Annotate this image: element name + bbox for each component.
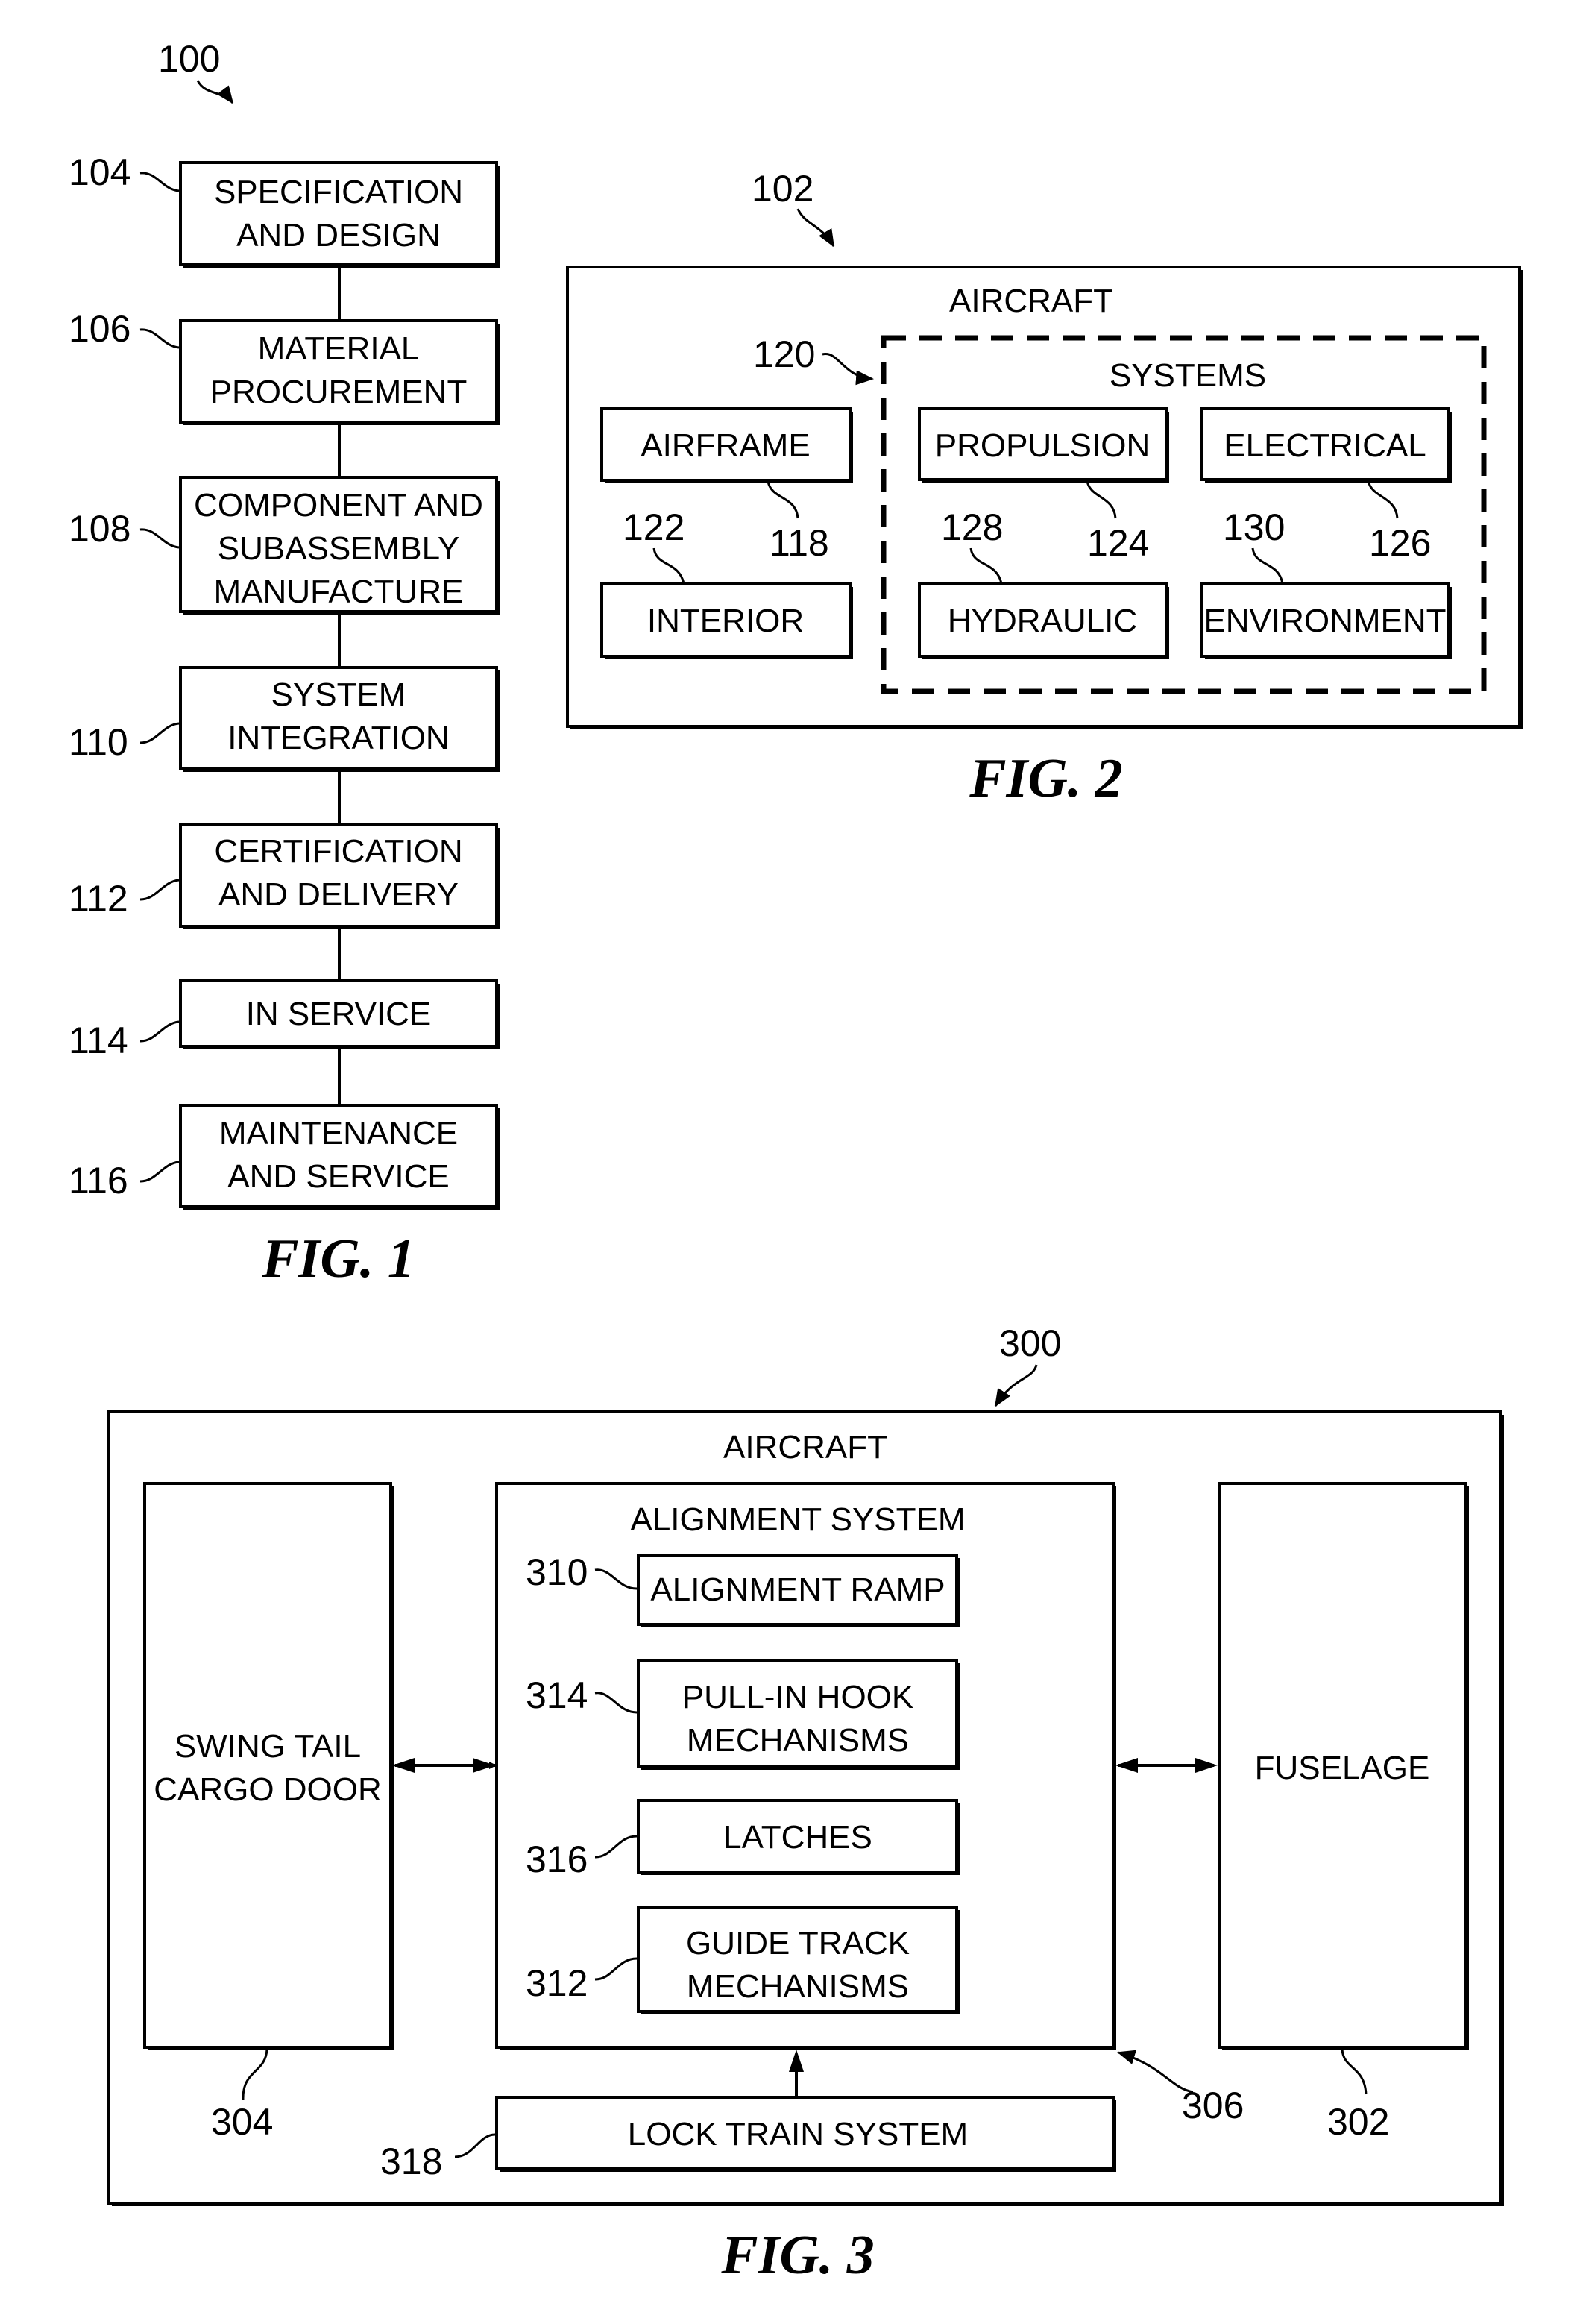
leader-line [139,172,180,192]
fig1-caption: FIG. 1 [261,1228,415,1290]
fig3-ref-label: 300 [999,1322,1061,1364]
flow-step-114: IN SERVICE 114 [69,979,500,1061]
fig2-ref-arrow [796,208,835,248]
step-ref: 114 [69,1020,128,1061]
patent-drawing-sheet: 100 SPECIFICATION AND DESIGN 104 MATERIA… [0,0,1583,2324]
environment-label: ENVIRONMENT [1203,603,1446,639]
step-label-line: MAINTENANCE [219,1115,458,1152]
step-label-line: CERTIFICATION [214,833,462,870]
interior-ref: 122 [623,506,685,548]
component-ref: 314 [526,1674,588,1716]
hydraulic-ref: 128 [941,506,1003,548]
interior-label: INTERIOR [647,603,804,639]
alignment-system-ref: 306 [1182,2085,1244,2126]
fig1-flowchart: 100 SPECIFICATION AND DESIGN 104 MATERIA… [69,38,500,1290]
fig3-alignment-block-diagram: 300 AIRCRAFT SWING TAIL CARGO DOOR 304 A… [107,1322,1504,2286]
fig3-ref-arrow [994,1364,1038,1407]
component-ref: 310 [526,1551,588,1593]
component-label-line: ALIGNMENT RAMP [650,1571,945,1608]
step-ref: 110 [69,721,128,763]
component-label-line: PULL-IN HOOK [682,1679,914,1715]
flow-step-104: SPECIFICATION AND DESIGN 104 [69,151,500,268]
step-ref: 108 [69,508,130,550]
propulsion-label: PROPULSION [935,427,1151,464]
step-label-line: AND DELIVERY [218,876,459,913]
electrical-label: ELECTRICAL [1224,427,1426,464]
alignment-system-label: ALIGNMENT SYSTEM [630,1501,965,1538]
step-label-line: AND DESIGN [236,217,441,254]
flow-step-110: SYSTEM INTEGRATION 110 [69,666,500,772]
step-label-line: PROCUREMENT [210,374,468,410]
component-label-line: MECHANISMS [687,1722,909,1759]
step-label-line: COMPONENT AND [194,487,483,524]
drawing-canvas: 100 SPECIFICATION AND DESIGN 104 MATERIA… [69,38,1523,2286]
aircraft-title: AIRCRAFT [723,1429,887,1466]
aircraft-title: AIRCRAFT [949,283,1113,319]
systems-label: SYSTEMS [1110,357,1266,394]
leader-line [139,1020,180,1043]
step-label-line: SPECIFICATION [214,174,463,210]
airframe-ref: 118 [770,522,829,564]
airframe-label: AIRFRAME [641,427,810,464]
component-label-line: MECHANISMS [687,1968,909,2005]
step-ref: 116 [69,1160,128,1202]
swing-tail-ref: 304 [211,2101,273,2143]
fig2-ref-label: 102 [752,168,813,210]
hydraulic-label: HYDRAULIC [948,603,1137,639]
leader-line [139,722,180,744]
component-ref: 316 [526,1838,588,1880]
fig2-aircraft-block-diagram: 102 AIRCRAFT AIRFRAME 118 122 INTERIOR 1… [566,168,1523,809]
fig3-caption: FIG. 3 [720,2225,875,2286]
step-ref: 106 [69,308,130,350]
leader-line [139,879,180,901]
component-label-line: LATCHES [723,1819,872,1856]
leader-line [139,1161,180,1183]
fig1-ref-label: 100 [158,38,220,80]
environment-ref: 130 [1223,506,1285,548]
systems-ref: 120 [753,333,815,375]
flow-step-106: MATERIAL PROCUREMENT 106 [69,308,500,425]
lock-train-ref: 318 [380,2141,442,2182]
step-label-line: MATERIAL [258,330,420,367]
component-label-line: GUIDE TRACK [686,1925,910,1962]
step-label-line: INTEGRATION [227,720,449,756]
step-label-line: IN SERVICE [246,996,432,1032]
flow-step-108: COMPONENT AND SUBASSEMBLY MANUFACTURE 10… [69,476,500,615]
step-ref: 112 [69,878,128,920]
swing-tail-cargo-door-box [143,1482,392,2049]
fig1-ref-arrow [196,80,234,104]
fig2-caption: FIG. 2 [969,748,1123,809]
component-ref: 312 [526,1962,588,2004]
step-label-line: AND SERVICE [227,1158,450,1195]
fuselage-label: FUSELAGE [1255,1750,1430,1786]
flow-step-116: MAINTENANCE AND SERVICE 116 [69,1104,500,1210]
swing-tail-label-line: CARGO DOOR [154,1771,382,1808]
fuselage-ref: 302 [1327,2101,1389,2143]
step-ref: 104 [69,151,130,193]
leader-line [139,328,180,349]
flow-step-112: CERTIFICATION AND DELIVERY 112 [69,823,500,929]
leader-line [139,528,180,549]
electrical-ref: 126 [1369,522,1431,564]
step-label-line: SYSTEM [271,676,406,713]
step-label-line: MANUFACTURE [214,574,464,610]
lock-train-system-label: LOCK TRAIN SYSTEM [628,2116,968,2152]
step-label-line: SUBASSEMBLY [218,530,459,567]
propulsion-ref: 124 [1087,522,1149,564]
swing-tail-label-line: SWING TAIL [174,1728,361,1765]
